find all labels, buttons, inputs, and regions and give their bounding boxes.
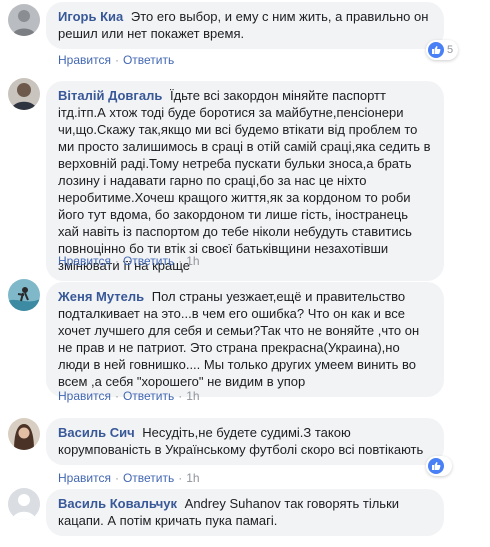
comment-actions: Нравится · Ответить: [58, 52, 174, 68]
reply-link[interactable]: Ответить: [123, 389, 174, 403]
comment-bubble: Василь Ковальчук Andrey Suhanov так гово…: [46, 489, 444, 536]
separator: ·: [114, 254, 119, 268]
comment-author[interactable]: Игорь Киа: [58, 9, 123, 24]
like-link[interactable]: Нравится: [58, 471, 111, 485]
separator: ·: [178, 389, 183, 403]
separator: ·: [178, 471, 183, 485]
reply-link[interactable]: Ответить: [123, 471, 174, 485]
reply-link[interactable]: Ответить: [123, 53, 174, 67]
reaction-count[interactable]: 5: [426, 40, 459, 60]
avatar[interactable]: [8, 488, 40, 520]
comment-author[interactable]: Женя Мутель: [58, 289, 144, 304]
comment-text: Їдьте всі закордон міняйте паспортт ітд.…: [58, 88, 431, 273]
comment-author[interactable]: Віталій Довгаль: [58, 88, 162, 103]
avatar[interactable]: [8, 78, 40, 110]
avatar[interactable]: [8, 418, 40, 450]
comment-time[interactable]: 1h: [186, 389, 199, 403]
like-icon: [428, 42, 444, 58]
reaction-count[interactable]: [426, 456, 452, 476]
reaction-count-value: 5: [447, 44, 454, 56]
like-link[interactable]: Нравится: [58, 254, 111, 268]
avatar[interactable]: [8, 279, 40, 311]
reply-link[interactable]: Ответить: [123, 254, 174, 268]
avatar[interactable]: [8, 4, 40, 36]
comment-author[interactable]: Василь Ковальчук: [58, 496, 177, 511]
comment-bubble: Женя Мутель Пол страны уезжает,ещё и пра…: [46, 282, 444, 397]
separator: ·: [114, 471, 119, 485]
comment-bubble: Игорь Киа Это его выбор, и ему с ним жит…: [46, 2, 444, 49]
comment-time[interactable]: 1h: [186, 471, 199, 485]
comment-text: Пол страны уезжает,ещё и правительство п…: [58, 289, 420, 389]
like-link[interactable]: Нравится: [58, 53, 111, 67]
separator: ·: [178, 254, 183, 268]
comment-bubble: Василь Сич Несудіть,не будете судимі.З т…: [46, 418, 444, 465]
separator: ·: [114, 389, 119, 403]
comment-actions: Нравится · Ответить · 1h: [58, 470, 200, 486]
comment-actions: Нравится · Ответить · 1h: [58, 388, 200, 404]
comment-actions: Нравится · Ответить · 1h: [58, 253, 200, 269]
separator: ·: [114, 53, 119, 67]
comment-bubble: Віталій Довгаль Їдьте всі закордон міняй…: [46, 81, 444, 281]
comment-author[interactable]: Василь Сич: [58, 425, 135, 440]
like-link[interactable]: Нравится: [58, 389, 111, 403]
comment-time[interactable]: 1h: [186, 254, 199, 268]
like-icon: [428, 458, 444, 474]
